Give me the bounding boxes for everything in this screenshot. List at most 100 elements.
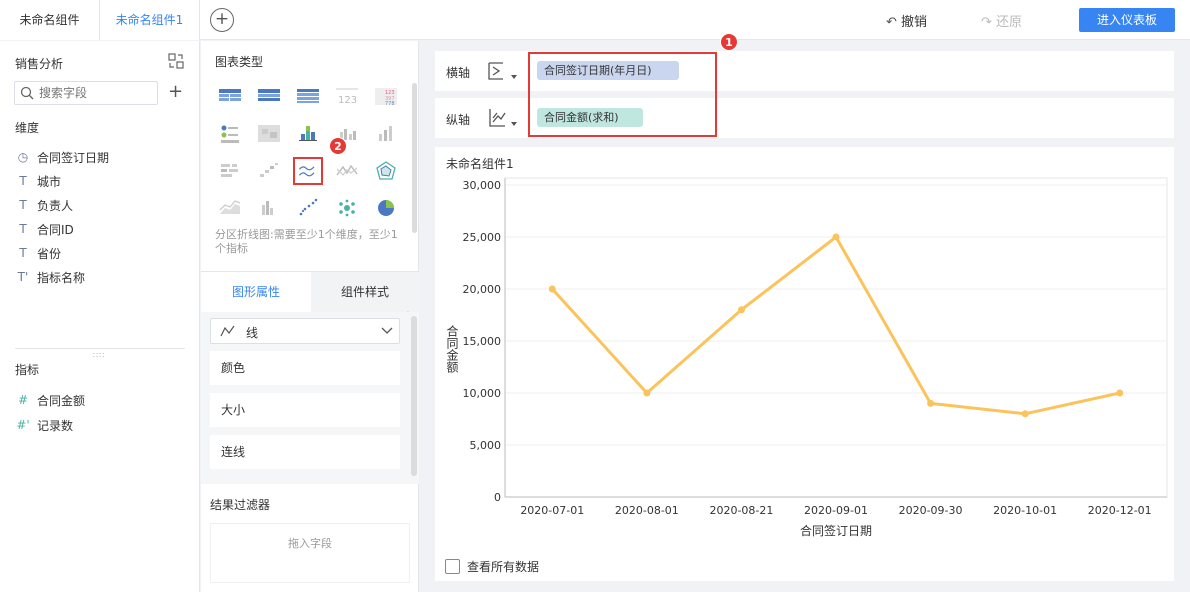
y-axis-sort-icon[interactable] bbox=[487, 107, 519, 129]
chart-type-scrollbar[interactable] bbox=[412, 83, 417, 233]
data-point bbox=[832, 233, 840, 241]
tab-component-0[interactable]: 未命名组件 bbox=[0, 0, 100, 40]
area-line-chart-icon[interactable] bbox=[293, 157, 323, 185]
dimension-item[interactable]: T 负责人 bbox=[15, 196, 73, 214]
data-point bbox=[548, 285, 556, 293]
data-point bbox=[1021, 410, 1029, 418]
kpi-number-icon[interactable]: 123 bbox=[332, 83, 362, 111]
dimension-item[interactable]: T 省份 bbox=[15, 244, 61, 262]
text-icon: T bbox=[19, 198, 27, 212]
bar-list-icon[interactable] bbox=[215, 157, 245, 185]
histogram-icon[interactable] bbox=[254, 194, 284, 222]
undo-icon: ↶ bbox=[886, 15, 897, 30]
dimension-item[interactable]: T 城市 bbox=[15, 172, 61, 190]
redo-label: 还原 bbox=[996, 15, 1023, 30]
color-property[interactable]: 颜色 bbox=[210, 351, 400, 385]
table-chart-icon[interactable] bbox=[215, 83, 245, 111]
data-point bbox=[927, 399, 935, 407]
multi-kpi-icon[interactable]: 123397778 bbox=[371, 83, 401, 111]
y-tick-label: 5,000 bbox=[470, 439, 502, 452]
svg-text:123: 123 bbox=[338, 95, 357, 106]
connect-line-property[interactable]: 连线 bbox=[210, 435, 400, 469]
clock-icon: ◷ bbox=[17, 150, 29, 164]
pie-chart-icon[interactable] bbox=[371, 194, 401, 222]
cross-table-icon[interactable] bbox=[254, 83, 284, 111]
y-tick-label: 20,000 bbox=[463, 283, 502, 296]
x-tick-label: 2020-08-01 bbox=[615, 504, 679, 517]
line-chart: 0 5,000 10,000 15,000 20,000 25,000 30,000 2020… bbox=[445, 177, 1168, 538]
heatmap-icon[interactable] bbox=[254, 120, 284, 148]
dataset-title: 销售分析 bbox=[15, 57, 64, 71]
mark-type-value: 线 bbox=[246, 326, 259, 340]
switch-dataset-icon[interactable] bbox=[168, 53, 184, 69]
view-all-checkbox[interactable] bbox=[445, 559, 460, 574]
y-axis-label: 纵轴 bbox=[446, 113, 471, 127]
data-point bbox=[737, 306, 745, 314]
hash-icon: #' bbox=[16, 418, 30, 432]
radar-chart-icon[interactable] bbox=[371, 157, 401, 185]
panel-divider bbox=[15, 348, 185, 349]
mark-type-select[interactable]: 线 bbox=[210, 318, 400, 344]
data-point bbox=[1116, 389, 1124, 397]
view-all-data-toggle[interactable]: 查看所有数据 bbox=[445, 558, 539, 575]
x-tick-label: 2020-08-21 bbox=[709, 504, 773, 517]
measure-section-label: 指标 bbox=[15, 363, 40, 377]
dimension-item[interactable]: T 合同ID bbox=[15, 220, 73, 238]
add-field-button[interactable]: + bbox=[168, 81, 183, 102]
text-icon: T' bbox=[17, 270, 29, 284]
x-tick-label: 2020-12-01 bbox=[1088, 504, 1152, 517]
hash-icon: # bbox=[17, 393, 29, 407]
tab-component-1[interactable]: 未命名组件1 bbox=[100, 0, 200, 40]
measure-item[interactable]: #' 记录数 bbox=[15, 416, 73, 434]
text-icon: T bbox=[19, 222, 27, 236]
svg-text:778: 778 bbox=[385, 101, 395, 107]
scatter-chart-icon[interactable] bbox=[293, 194, 323, 222]
enter-dashboard-button[interactable]: 进入仪表板 bbox=[1079, 8, 1175, 32]
redo-icon: ↷ bbox=[981, 15, 992, 30]
text-icon: T bbox=[19, 174, 27, 188]
x-axis-sort-icon[interactable] bbox=[487, 60, 519, 82]
add-tab-button[interactable]: + bbox=[210, 8, 234, 32]
y-axis-title: 合同金额 bbox=[445, 324, 459, 374]
area-chart-icon[interactable] bbox=[215, 194, 245, 222]
tab-graphic-attributes[interactable]: 图形属性 bbox=[201, 272, 311, 312]
detail-table-icon[interactable] bbox=[293, 83, 323, 111]
step-chart-icon[interactable] bbox=[254, 157, 284, 185]
redo-button[interactable]: ↷ 还原 bbox=[981, 11, 1022, 30]
search-icon bbox=[20, 86, 34, 100]
measure-item[interactable]: # 合同金额 bbox=[15, 391, 85, 409]
stacked-bar-icon[interactable] bbox=[293, 120, 323, 148]
top-bar: 未命名组件 未命名组件1 + ↶ 撤销 ↷ 还原 进入仪表板 bbox=[0, 0, 1190, 40]
line-mark-icon bbox=[220, 325, 235, 337]
tab-component-style[interactable]: 组件样式 bbox=[311, 272, 419, 312]
text-icon: T bbox=[19, 246, 27, 260]
filter-drop-zone[interactable]: 拖入字段 bbox=[210, 523, 410, 583]
search-field[interactable] bbox=[14, 81, 158, 105]
size-property[interactable]: 大小 bbox=[210, 393, 400, 427]
view-all-label: 查看所有数据 bbox=[467, 560, 540, 574]
dimension-item[interactable]: ◷ 合同签订日期 bbox=[15, 148, 109, 166]
y-tick-label: 25,000 bbox=[463, 231, 502, 244]
chevron-down-icon bbox=[381, 327, 393, 334]
x-axis-label: 横轴 bbox=[446, 66, 471, 80]
y-tick-label: 0 bbox=[494, 491, 501, 504]
indicator-card-icon[interactable] bbox=[215, 120, 245, 148]
annotation-badge-1: 1 bbox=[720, 33, 738, 51]
property-tabs: 图形属性 组件样式 bbox=[201, 271, 419, 312]
y-tick-label: 15,000 bbox=[463, 335, 502, 348]
search-input[interactable] bbox=[39, 84, 154, 102]
y-tick-label: 10,000 bbox=[463, 387, 502, 400]
column-chart-icon[interactable] bbox=[371, 120, 401, 148]
undo-button[interactable]: ↶ 撤销 bbox=[886, 11, 927, 30]
chart-type-title: 图表类型 bbox=[215, 55, 264, 69]
data-point bbox=[643, 389, 651, 397]
x-tick-label: 2020-09-30 bbox=[899, 504, 963, 517]
line-chart-icon[interactable] bbox=[332, 157, 362, 185]
field-panel: 销售分析 + 维度 ◷合同签订日期 T城市 T负责人 T合同ID T省份 T'指… bbox=[0, 41, 200, 592]
resize-handle[interactable]: ∷∷ bbox=[93, 351, 105, 360]
bubble-chart-icon[interactable] bbox=[332, 194, 362, 222]
dimension-item[interactable]: T' 指标名称 bbox=[15, 268, 85, 286]
result-filter-title: 结果过滤器 bbox=[210, 498, 271, 512]
property-scrollbar[interactable] bbox=[411, 316, 417, 476]
property-area: 线 颜色 大小 连线 bbox=[201, 312, 419, 484]
